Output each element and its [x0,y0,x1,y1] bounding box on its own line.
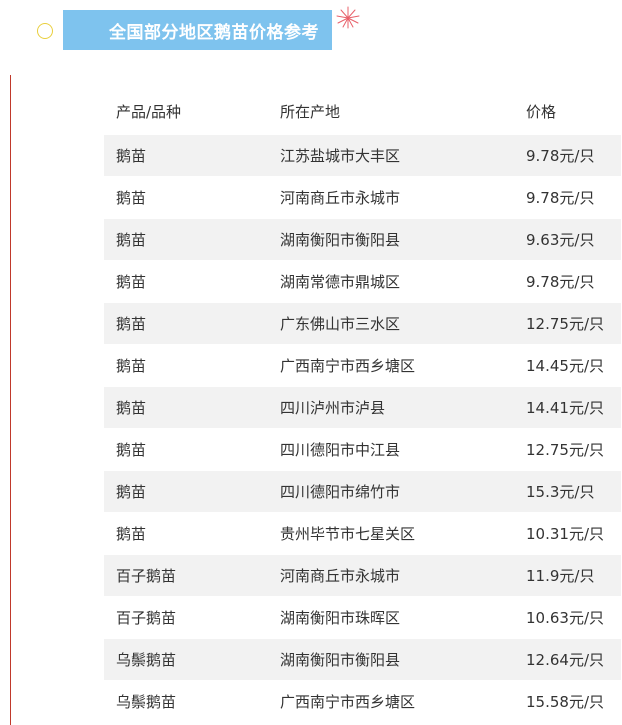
cell-price: 15.3元/只 [516,470,621,513]
title-banner: 全国部分地区鹅苗价格参考 [63,6,360,50]
cell-price: 9.63元/只 [516,218,621,261]
table-row: 鹅苗 江苏盐城市大丰区 9.78元/只 [104,135,621,177]
cell-origin: 贵州毕节市七星关区 [268,512,516,555]
cell-product: 乌鬃鹅苗 [104,680,268,723]
cell-product: 鹅苗 [104,302,268,345]
firework-burst-icon [333,6,363,30]
column-header-product: 产品/品种 [104,87,268,135]
table-row: 鹅苗 四川德阳市中江县 12.75元/只 [104,428,621,471]
table-header-row: 产品/品种 所在产地 价格 [104,87,621,135]
cell-price: 9.78元/只 [516,176,621,219]
cell-product: 鹅苗 [104,344,268,387]
cell-origin: 四川德阳市绵竹市 [268,470,516,513]
cell-price: 12.75元/只 [516,428,621,471]
column-header-origin: 所在产地 [268,87,516,135]
cell-origin: 湖南衡阳市衡阳县 [268,218,516,261]
cell-product: 鹅苗 [104,470,268,513]
table-row: 乌鬃鹅苗 湖南衡阳市衡阳县 12.64元/只 [104,638,621,681]
column-header-price: 价格 [516,87,621,135]
cell-origin: 江苏盐城市大丰区 [268,135,516,177]
cell-price: 15.58元/只 [516,680,621,723]
cell-product: 鹅苗 [104,260,268,303]
cell-origin: 湖南衡阳市衡阳县 [268,638,516,681]
cell-origin: 广西南宁市西乡塘区 [268,680,516,723]
price-table: 产品/品种 所在产地 价格 鹅苗 江苏盐城市大丰区 9.78元/只 鹅苗 河南商… [104,87,621,723]
page-title: 全国部分地区鹅苗价格参考 [109,22,319,43]
cell-product: 乌鬃鹅苗 [104,638,268,681]
cell-product: 鹅苗 [104,218,268,261]
cell-price: 10.63元/只 [516,596,621,639]
cell-product: 鹅苗 [104,512,268,555]
table-row: 鹅苗 湖南常德市鼎城区 9.78元/只 [104,260,621,303]
cell-price: 14.41元/只 [516,386,621,429]
table-row: 鹅苗 四川德阳市绵竹市 15.3元/只 [104,470,621,513]
cell-origin: 广西南宁市西乡塘区 [268,344,516,387]
cell-product: 鹅苗 [104,386,268,429]
cell-price: 11.9元/只 [516,554,621,597]
cell-price: 10.31元/只 [516,512,621,555]
cell-product: 百子鹅苗 [104,596,268,639]
table-row: 乌鬃鹅苗 广西南宁市西乡塘区 15.58元/只 [104,680,621,723]
cell-product: 鹅苗 [104,176,268,219]
table-row: 鹅苗 广西南宁市西乡塘区 14.45元/只 [104,344,621,387]
cell-product: 鹅苗 [104,135,268,177]
table-row: 百子鹅苗 湖南衡阳市珠晖区 10.63元/只 [104,596,621,639]
cell-price: 14.45元/只 [516,344,621,387]
cell-price: 9.78元/只 [516,135,621,177]
table-row: 鹅苗 河南商丘市永城市 9.78元/只 [104,176,621,219]
cell-origin: 河南商丘市永城市 [268,554,516,597]
cell-price: 12.64元/只 [516,638,621,681]
cell-origin: 河南商丘市永城市 [268,176,516,219]
table-row: 鹅苗 四川泸州市泸县 14.41元/只 [104,386,621,429]
cell-product: 鹅苗 [104,428,268,471]
decorative-circle-icon [37,23,53,39]
cell-origin: 湖南衡阳市珠晖区 [268,596,516,639]
cell-price: 9.78元/只 [516,260,621,303]
table-row: 鹅苗 广东佛山市三水区 12.75元/只 [104,302,621,345]
cell-product: 百子鹅苗 [104,554,268,597]
cell-origin: 四川泸州市泸县 [268,386,516,429]
table-row: 鹅苗 贵州毕节市七星关区 10.31元/只 [104,512,621,555]
left-divider-line [10,75,11,725]
cell-price: 12.75元/只 [516,302,621,345]
cell-origin: 广东佛山市三水区 [268,302,516,345]
cell-origin: 四川德阳市中江县 [268,428,516,471]
cell-origin: 湖南常德市鼎城区 [268,260,516,303]
table-row: 百子鹅苗 河南商丘市永城市 11.9元/只 [104,554,621,597]
table-row: 鹅苗 湖南衡阳市衡阳县 9.63元/只 [104,218,621,261]
